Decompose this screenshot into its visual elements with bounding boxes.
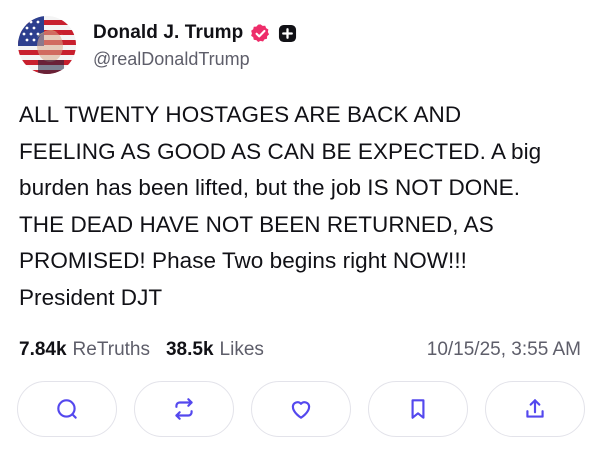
bookmark-icon bbox=[405, 396, 431, 422]
post-line: burden has been lifted, but the job IS N… bbox=[19, 175, 521, 200]
post-line: PROMISED! Phase Two begins right NOW!!! bbox=[19, 248, 467, 273]
retruth-icon bbox=[171, 396, 197, 422]
post-body: ALL TWENTY HOSTAGES ARE BACK AND FEELING… bbox=[19, 97, 589, 316]
post-header: Donald J. Trump @realDonaldTrump bbox=[18, 16, 297, 74]
bookmark-button[interactable] bbox=[368, 381, 468, 437]
likes-stat[interactable]: 38.5k Likes bbox=[166, 339, 264, 361]
display-name[interactable]: Donald J. Trump bbox=[93, 22, 243, 44]
verified-badge-icon bbox=[250, 23, 271, 44]
share-icon bbox=[522, 396, 548, 422]
post-stats: 7.84k ReTruths 38.5k Likes 10/15/25, 3:5… bbox=[19, 337, 581, 363]
plus-badge-icon bbox=[278, 24, 297, 43]
retruths-label: ReTruths bbox=[72, 339, 150, 360]
post-line: President DJT bbox=[19, 284, 163, 310]
post-timestamp[interactable]: 10/15/25, 3:55 AM bbox=[427, 339, 581, 361]
likes-label: Likes bbox=[219, 339, 264, 360]
name-row: Donald J. Trump bbox=[93, 20, 297, 46]
like-button[interactable] bbox=[251, 381, 351, 437]
like-icon bbox=[288, 396, 314, 422]
retruths-stat[interactable]: 7.84k ReTruths bbox=[19, 339, 150, 361]
action-bar bbox=[17, 381, 585, 437]
post-line: FEELING AS GOOD AS CAN BE EXPECTED. A bi… bbox=[19, 138, 542, 164]
likes-count: 38.5k bbox=[165, 339, 214, 360]
retruths-count: 7.84k bbox=[19, 339, 67, 360]
post-line: ALL TWENTY HOSTAGES ARE BACK AND bbox=[19, 102, 462, 127]
share-button[interactable] bbox=[485, 381, 585, 437]
avatar[interactable] bbox=[18, 16, 76, 74]
author-info: Donald J. Trump @realDonaldTrump bbox=[93, 20, 297, 70]
reply-icon bbox=[54, 396, 80, 422]
reply-button[interactable] bbox=[17, 381, 117, 437]
author-handle[interactable]: @realDonaldTrump bbox=[93, 49, 297, 70]
post-line: THE DEAD HAVE NOT BEEN RETURNED, AS bbox=[19, 211, 494, 237]
retruth-button[interactable] bbox=[134, 381, 234, 437]
post-card: Donald J. Trump @realDonaldTrump ALL TWE… bbox=[0, 0, 600, 454]
